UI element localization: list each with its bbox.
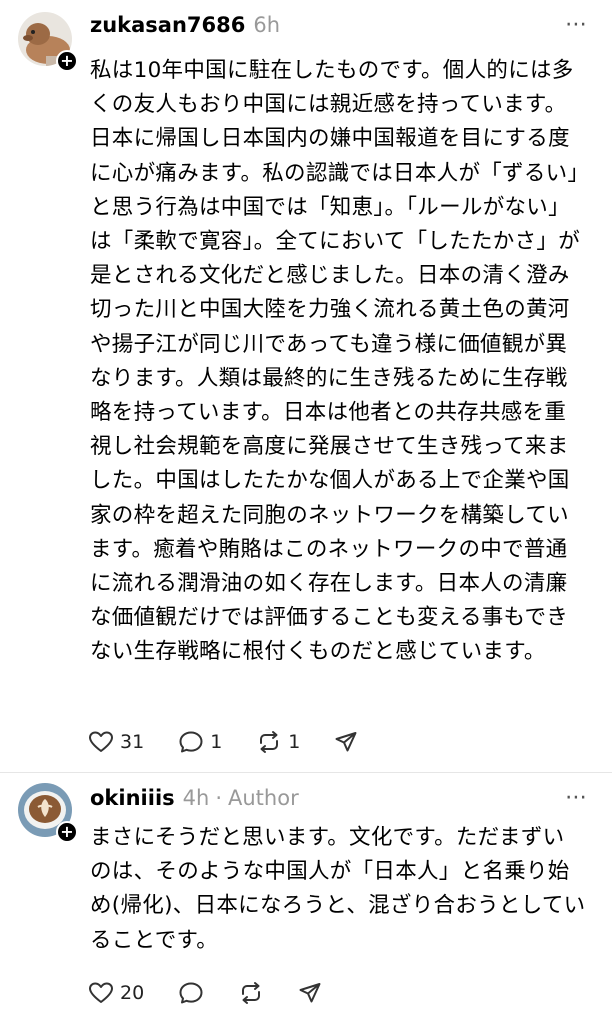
post-divider — [0, 772, 612, 773]
reply-post: + okiniiis 4h · Author ⋯ まさにそうだと思います。文化で… — [0, 775, 612, 1024]
follow-plus-icon[interactable]: + — [56, 821, 78, 843]
reply-count: 1 — [210, 731, 223, 753]
heart-icon — [89, 982, 113, 1003]
heart-icon — [89, 731, 113, 752]
like-button[interactable]: 20 — [88, 981, 144, 1005]
action-bar: 20 — [88, 981, 356, 1005]
like-count: 31 — [120, 731, 145, 753]
post-header: zukasan7686 6h ⋯ — [90, 10, 592, 40]
repost-icon — [260, 731, 279, 753]
timestamp: 6h — [253, 13, 281, 37]
comment-icon — [179, 731, 203, 753]
like-button[interactable]: 31 — [88, 730, 144, 754]
like-count: 20 — [120, 982, 145, 1004]
comment-icon — [179, 982, 203, 1004]
repost-count: 1 — [288, 731, 301, 753]
username[interactable]: okiniiis — [90, 786, 175, 810]
author-badge: Author — [228, 786, 299, 810]
reply-button[interactable]: 1 — [178, 730, 222, 754]
reply-button[interactable] — [178, 981, 204, 1005]
action-bar: 31 1 1 — [88, 730, 392, 754]
avatar-container[interactable]: + — [18, 783, 78, 843]
share-icon — [299, 983, 321, 1003]
follow-plus-icon[interactable]: + — [56, 50, 78, 72]
comment-post: + zukasan7686 6h ⋯ 私は10年中国に駐在したものです。個人的に… — [0, 0, 612, 780]
post-text: 私は10年中国に駐在したものです。個人的には多くの友人もおり中国には親近感を持っ… — [90, 58, 581, 665]
repost-icon — [242, 982, 261, 1004]
share-button[interactable] — [334, 730, 358, 754]
more-icon[interactable]: ⋯ — [565, 12, 588, 37]
post-header: okiniiis 4h · Author ⋯ — [90, 783, 592, 813]
separator-dot: · — [215, 786, 222, 810]
avatar-container[interactable]: + — [18, 12, 78, 72]
repost-button[interactable]: 1 — [256, 730, 300, 754]
more-icon[interactable]: ⋯ — [565, 785, 588, 810]
repost-button[interactable] — [238, 981, 264, 1005]
share-icon — [335, 732, 357, 752]
share-button[interactable] — [298, 981, 322, 1005]
username[interactable]: zukasan7686 — [90, 13, 245, 37]
post-text: まさにそうだと思います。文化です。ただまずいのは、そのような中国人が「日本人」と… — [90, 825, 586, 953]
timestamp: 4h — [182, 786, 210, 810]
